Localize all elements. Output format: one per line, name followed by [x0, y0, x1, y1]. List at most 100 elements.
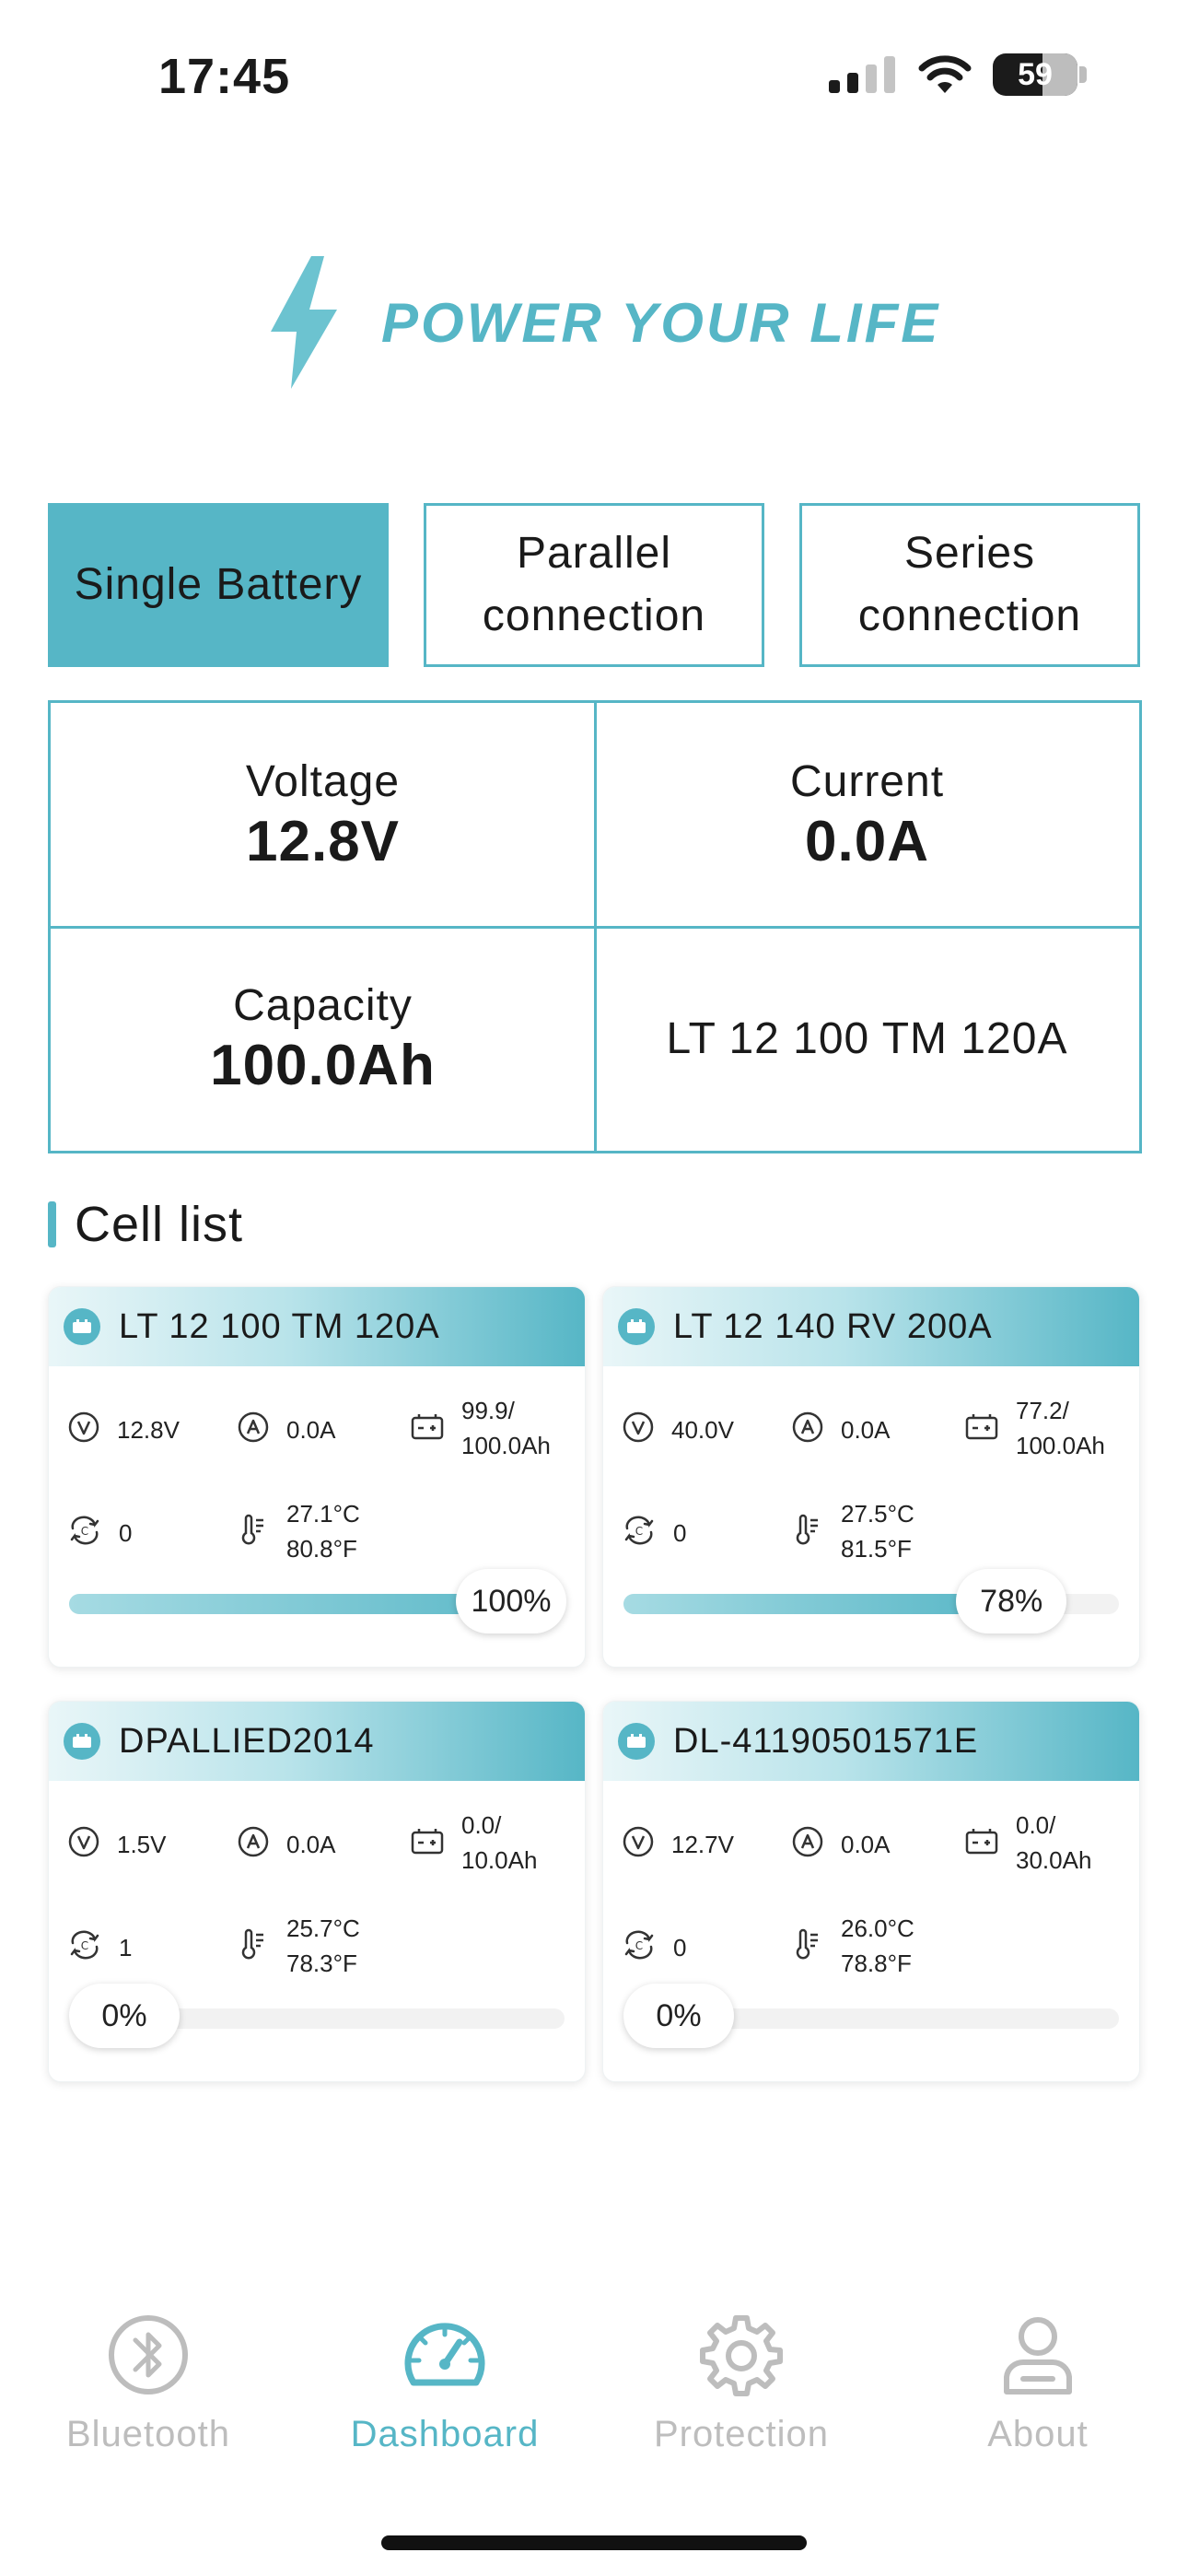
cell-current: 0.0A — [237, 1825, 336, 1863]
tab-series-connection[interactable]: Series connection — [799, 503, 1140, 667]
cell-list-header: Cell list — [48, 1196, 243, 1253]
tab-label: Single Battery — [74, 560, 363, 609]
voltage-cell: Voltage 12.8V — [51, 703, 595, 927]
cell-list-title: Cell list — [75, 1197, 244, 1252]
cell-card-header: DPALLIED2014 — [49, 1702, 585, 1781]
capacity-icon — [964, 1824, 999, 1862]
model-cell: LT 12 100 TM 120A — [595, 927, 1139, 1151]
nav-bluetooth[interactable]: Bluetooth — [0, 2313, 297, 2455]
nav-label: Protection — [653, 2414, 830, 2454]
nav-protection[interactable]: Protection — [593, 2313, 890, 2455]
person-icon — [1004, 2317, 1072, 2395]
soc-progress-bar: 100% — [69, 1569, 566, 1633]
cell-capacity: 77.2/ 100.0Ah — [964, 1393, 1105, 1463]
capacity-cell: Capacity 100.0Ah — [51, 927, 595, 1151]
svg-text:C: C — [635, 1525, 643, 1538]
current-icon — [237, 1411, 270, 1448]
cell-capacity: 0.0/ 10.0Ah — [410, 1808, 537, 1878]
soc-badge: 100% — [456, 1569, 566, 1633]
capacity-icon — [410, 1410, 445, 1447]
battery-badge-icon — [618, 1723, 655, 1760]
svg-text:C: C — [81, 1939, 88, 1952]
soc-progress-fill — [623, 1594, 1010, 1614]
speedometer-icon — [404, 2323, 485, 2386]
lightning-bolt-icon — [271, 256, 337, 389]
status-time: 17:45 — [158, 49, 291, 104]
voltage-label: Voltage — [245, 756, 401, 806]
cell-current: 0.0A — [237, 1411, 336, 1448]
cell-temperature-value: 25.7°C 78.3°F — [286, 1914, 360, 1977]
voltage-icon — [622, 1825, 655, 1863]
current-value: 0.0A — [805, 809, 929, 873]
soc-progress-bar: 0% — [69, 1984, 565, 2048]
current-icon — [791, 1825, 824, 1863]
cell-temperature: 26.0°C 78.8°F — [791, 1911, 914, 1981]
tab-parallel-connection[interactable]: Parallel connection — [424, 503, 764, 667]
cell-current-value: 0.0A — [286, 1830, 336, 1858]
svg-text:C: C — [81, 1525, 88, 1538]
battery-summary: Voltage 12.8V Current 0.0A Capacity 100.… — [48, 700, 1142, 1153]
voltage-icon — [622, 1411, 655, 1448]
cell-card[interactable]: DPALLIED2014 1.5V 0.0A 0.0/ 10.0Ah C 1 25.7°C … — [48, 1701, 586, 2082]
wifi-icon — [918, 55, 972, 93]
cell-card-header: LT 12 100 TM 120A — [49, 1287, 585, 1366]
nav-about[interactable]: About — [890, 2313, 1186, 2455]
cell-voltage: 40.0V — [622, 1411, 734, 1448]
nav-label: Dashboard — [350, 2414, 540, 2454]
cell-voltage: 1.5V — [67, 1825, 167, 1863]
cell-voltage-value: 12.7V — [671, 1830, 734, 1858]
cell-temperature: 25.7°C 78.3°F — [237, 1911, 360, 1981]
cycle-count-icon: C — [622, 1514, 657, 1551]
bluetooth-icon — [109, 2315, 188, 2395]
cell-capacity-value: 0.0/ 10.0Ah — [461, 1811, 538, 1874]
cell-current-value: 0.0A — [286, 1415, 336, 1444]
battery-badge-icon — [64, 1308, 100, 1345]
soc-progress-bar: 0% — [623, 1984, 1119, 2048]
section-accent-bar — [48, 1201, 56, 1247]
cell-temperature-value: 26.0°C 78.8°F — [841, 1914, 914, 1977]
current-icon — [791, 1411, 824, 1448]
cell-card[interactable]: LT 12 100 TM 120A 12.8V 0.0A 99.9/ 100.0Ah C… — [48, 1286, 586, 1668]
current-icon — [237, 1825, 270, 1863]
battery-status-icon: 59 — [993, 53, 1077, 96]
soc-badge: 0% — [69, 1984, 180, 2048]
nav-label: About — [987, 2414, 1089, 2454]
soc-progress-bar: 78% — [623, 1569, 1119, 1633]
tab-single-battery[interactable]: Single Battery — [48, 503, 389, 667]
voltage-value: 12.8V — [245, 809, 401, 873]
nav-dashboard[interactable]: Dashboard — [297, 2313, 593, 2455]
capacity-label: Capacity — [233, 980, 413, 1030]
cycle-count-icon: C — [622, 1928, 657, 1966]
cell-cycles: C0 — [622, 1928, 686, 1966]
cell-capacity-value: 77.2/ 100.0Ah — [1016, 1397, 1105, 1459]
brand-logo: POWER YOUR LIFE — [267, 256, 940, 389]
cell-current-value: 0.0A — [841, 1415, 891, 1444]
cell-card[interactable]: DL-41190501571E 12.7V 0.0A 0.0/ 30.0Ah C 0 26.… — [602, 1701, 1140, 2082]
cell-temperature: 27.1°C 80.8°F — [237, 1496, 360, 1566]
cellular-signal-icon — [829, 56, 895, 93]
brand-tagline: POWER YOUR LIFE — [381, 291, 941, 354]
cell-temperature-value: 27.5°C 81.5°F — [841, 1500, 914, 1563]
nav-label: Bluetooth — [65, 2414, 231, 2454]
thermometer-icon — [237, 1513, 270, 1551]
thermometer-icon — [791, 1927, 824, 1965]
status-icons: 59 — [829, 53, 1087, 96]
cell-current: 0.0A — [791, 1411, 891, 1448]
gear-icon — [700, 2315, 783, 2396]
battery-model: LT 12 100 TM 120A — [666, 1014, 1068, 1063]
cell-cycles: C0 — [67, 1514, 132, 1551]
soc-badge: 0% — [623, 1984, 734, 2048]
home-indicator[interactable] — [381, 2535, 807, 2550]
cycle-count-icon: C — [67, 1514, 102, 1551]
tab-label: Series connection — [857, 529, 1082, 640]
cell-name: DL-41190501571E — [673, 1721, 979, 1761]
capacity-icon — [410, 1824, 445, 1862]
cell-name: DPALLIED2014 — [119, 1721, 375, 1761]
thermometer-icon — [237, 1927, 270, 1965]
cell-name: LT 12 140 RV 200A — [673, 1306, 993, 1346]
cell-card[interactable]: LT 12 140 RV 200A 40.0V 0.0A 77.2/ 100.0Ah C… — [602, 1286, 1140, 1668]
cell-capacity: 0.0/ 30.0Ah — [964, 1808, 1091, 1878]
svg-text:C: C — [635, 1939, 643, 1952]
cell-cycles-value: 1 — [119, 1933, 133, 1961]
cell-voltage-value: 12.8V — [117, 1415, 180, 1444]
